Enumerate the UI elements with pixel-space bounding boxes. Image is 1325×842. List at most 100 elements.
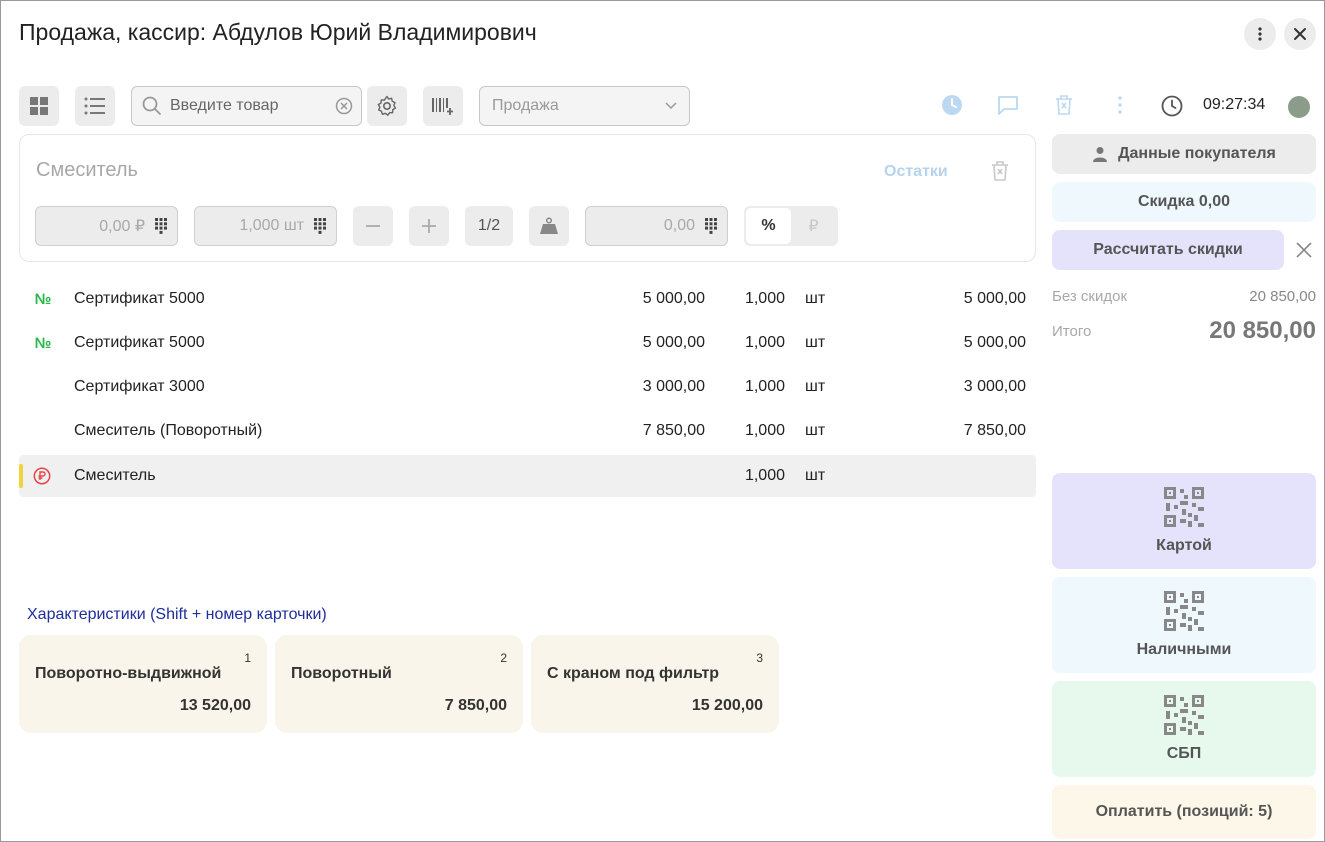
clock-icon: [1161, 95, 1183, 122]
more-vertical-icon: [1118, 96, 1122, 114]
pay-cash-button[interactable]: Наличными: [1052, 577, 1316, 673]
customer-data-button[interactable]: Данные покупателя: [1052, 134, 1316, 174]
card-name: Поворотный: [291, 665, 392, 682]
pay-card-label: Картой: [1156, 537, 1212, 554]
item-name: Смеситель: [74, 467, 156, 484]
keypad-icon[interactable]: [314, 218, 326, 234]
history-button[interactable]: [941, 94, 963, 121]
discount-value: 0,00: [663, 217, 695, 234]
clock-filled-icon: [942, 95, 962, 115]
search-settings-button[interactable]: [367, 86, 407, 126]
weight-icon: [540, 217, 558, 234]
comment-icon: [998, 96, 1018, 115]
list-view-button[interactable]: [75, 86, 115, 126]
half-quantity-button[interactable]: 1/2: [465, 206, 513, 246]
delete-item-button[interactable]: [990, 160, 1010, 187]
pay-sbp-label: СБП: [1166, 745, 1202, 762]
delete-receipt-button[interactable]: [1054, 94, 1074, 121]
pay-sbp-button[interactable]: СБП: [1052, 681, 1316, 777]
table-row[interactable]: № Сертификат 5000 5 000,00 1,000 шт 5 00…: [19, 278, 1036, 320]
close-icon: [1294, 28, 1306, 40]
item-price: 3 000,00: [642, 378, 705, 395]
ruble-circle-icon: [33, 467, 51, 485]
qr-code-icon: [1164, 695, 1204, 735]
pay-button[interactable]: Оплатить (позиций: 5): [1052, 785, 1316, 839]
item-unit: шт: [805, 334, 826, 351]
item-sum: 5 000,00: [963, 290, 1026, 307]
close-button[interactable]: [1284, 18, 1316, 50]
search-icon: [142, 96, 161, 115]
customer-data-label: Данные покупателя: [1118, 145, 1276, 162]
keypad-icon[interactable]: [705, 218, 717, 234]
sale-window: Продажа, кассир: Абдулов Юрий Владимиров…: [0, 0, 1325, 842]
discount-percent-option[interactable]: %: [746, 208, 791, 244]
item-name: Смеситель (Поворотный): [74, 422, 263, 439]
no-discount-label: Без скидок: [1052, 288, 1127, 305]
operation-select-value: Продажа: [492, 97, 559, 114]
minus-icon: [366, 225, 380, 227]
table-row[interactable]: Сертификат 3000 3 000,00 1,000 шт 3 000,…: [19, 366, 1036, 408]
keypad-icon[interactable]: [155, 218, 167, 234]
table-row-selected[interactable]: Смеситель 1,000 шт: [19, 455, 1036, 497]
more-vertical-icon: [1258, 27, 1262, 41]
card-number: 1: [244, 651, 251, 665]
operation-select[interactable]: Продажа: [479, 86, 690, 126]
card-number: 2: [500, 651, 507, 665]
item-qty: 1,000: [744, 334, 785, 351]
barcode-button[interactable]: [423, 86, 463, 126]
table-row[interactable]: № Сертификат 5000 5 000,00 1,000 шт 5 00…: [19, 322, 1036, 364]
item-qty: 1,000: [744, 422, 785, 439]
item-sum: 3 000,00: [963, 378, 1026, 395]
item-unit: шт: [805, 467, 826, 484]
stock-link[interactable]: Остатки: [884, 163, 948, 181]
item-qty: 1,000: [744, 467, 785, 484]
discount-button[interactable]: Скидка 0,00: [1052, 182, 1316, 222]
quantity-field[interactable]: 1,000 шт: [194, 206, 337, 246]
discount-ruble-option[interactable]: ₽: [791, 208, 836, 244]
table-row[interactable]: Смеситель (Поворотный) 7 850,00 1,000 шт…: [19, 410, 1036, 452]
close-icon: [1296, 242, 1312, 258]
decrease-quantity-button[interactable]: [353, 206, 393, 246]
item-qty: 1,000: [744, 378, 785, 395]
calc-discounts-button[interactable]: Рассчитать скидки: [1052, 230, 1284, 270]
product-search-input[interactable]: [170, 97, 330, 115]
plus-icon: [422, 219, 436, 233]
item-name: Сертификат 5000: [74, 290, 205, 307]
quantity-value: 1,000 шт: [239, 217, 304, 234]
qr-code-icon: [1164, 591, 1204, 631]
characteristic-card[interactable]: 2 Поворотный 7 850,00: [275, 635, 523, 733]
user-icon: [1093, 147, 1108, 162]
qr-code-icon: [1164, 487, 1204, 527]
price-field[interactable]: 0,00 ₽: [35, 206, 178, 246]
card-price: 13 520,00: [179, 697, 251, 714]
characteristic-card[interactable]: 3 С краном под фильтр 15 200,00: [531, 635, 779, 733]
product-search[interactable]: [131, 86, 362, 126]
pay-cash-label: Наличными: [1136, 641, 1232, 658]
item-name: Сертификат 5000: [74, 334, 205, 351]
item-unit: шт: [805, 290, 826, 307]
gear-icon: [377, 95, 397, 116]
current-time: 09:27:34: [1203, 96, 1266, 113]
characteristic-card[interactable]: 1 Поворотно-выдвижной 13 520,00: [19, 635, 267, 733]
clear-search-icon[interactable]: [335, 97, 353, 115]
grid-view-button[interactable]: [19, 86, 59, 126]
chevron-down-icon: [665, 102, 677, 110]
item-sum: 5 000,00: [963, 334, 1026, 351]
toolbar-more-button[interactable]: [1112, 94, 1128, 121]
discount-type-toggle[interactable]: % ₽: [744, 206, 838, 246]
grid-icon: [30, 97, 48, 115]
certificate-badge: №: [34, 334, 52, 352]
comment-button[interactable]: [997, 94, 1019, 121]
trash-icon: [992, 161, 1008, 181]
more-menu-button[interactable]: [1244, 18, 1276, 50]
item-qty: 1,000: [744, 290, 785, 307]
list-icon: [84, 97, 105, 115]
cancel-discounts-button[interactable]: [1295, 241, 1313, 264]
total-value: 20 850,00: [1209, 317, 1316, 344]
total-label: Итого: [1052, 323, 1092, 340]
weigh-button[interactable]: [529, 206, 569, 246]
discount-field[interactable]: 0,00: [585, 206, 728, 246]
increase-quantity-button[interactable]: [409, 206, 449, 246]
pay-card-button[interactable]: Картой: [1052, 473, 1316, 569]
card-name: Поворотно-выдвижной: [35, 665, 222, 682]
